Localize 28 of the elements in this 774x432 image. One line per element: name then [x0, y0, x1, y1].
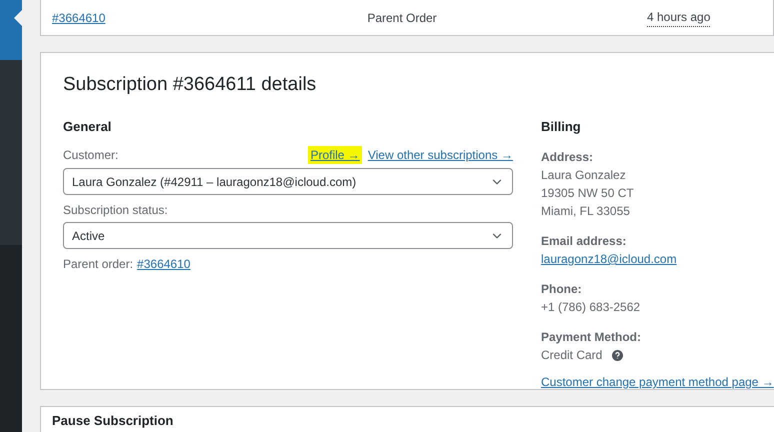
change-payment-link[interactable]: Customer change payment method page → [541, 373, 774, 391]
address-line: Laura Gonzalez [541, 167, 627, 184]
payment-label: Payment Method: [541, 329, 642, 346]
address-label: Address: [541, 149, 594, 166]
phone-label: Phone: [541, 281, 583, 298]
active-menu-item[interactable] [0, 0, 22, 60]
customer-label: Customer: [63, 147, 118, 164]
card-title: Pause Subscription [52, 412, 174, 430]
address-line: 19305 NW 50 CT [541, 185, 635, 202]
address-line: Miami, FL 33055 [541, 203, 631, 220]
status-select[interactable]: Active [63, 222, 513, 249]
order-link[interactable]: #3664610 [52, 8, 352, 26]
card-title: Subscription #3664611 details [63, 73, 318, 97]
phone-text: +1 (786) 683-2562 [541, 299, 642, 316]
subscriptions-link[interactable]: View other subscriptions → [368, 146, 513, 164]
date-text: 4 hours ago [647, 8, 710, 27]
section-heading: General [63, 118, 112, 136]
help-icon[interactable] [612, 350, 624, 360]
profile-link[interactable]: Profile → [308, 146, 362, 164]
parent-order-label: Parent order: [63, 256, 134, 273]
payment-text: Credit Card [541, 347, 602, 364]
relationship-text: Parent Order [366, 10, 438, 26]
email-label: Email address: [541, 233, 628, 250]
parent-order-link[interactable]: #3664610 [137, 255, 190, 273]
email-link[interactable]: lauragonz18@icloud.com [541, 250, 774, 268]
section-heading: Billing [541, 118, 582, 136]
customer-select[interactable]: Laura Gonzalez (#42911 – lauragonz18@icloud.com) [63, 168, 513, 195]
status-label: Subscription status: [63, 202, 169, 219]
